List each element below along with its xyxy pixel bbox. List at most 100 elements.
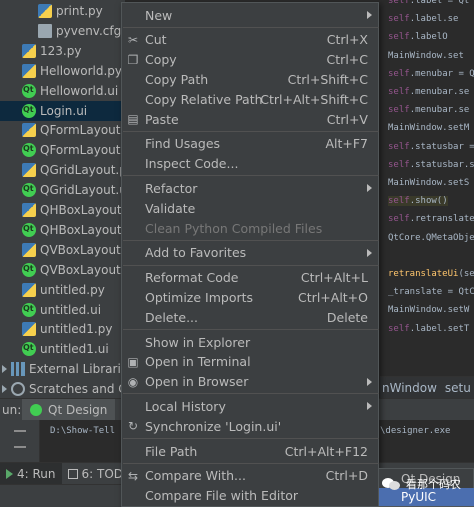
menu-item-label: Paste [145,111,179,127]
breadcrumb-item[interactable]: nWindow [382,381,437,395]
tree-item[interactable]: Scratches and Con [0,379,125,398]
cfg-file-icon [38,23,52,38]
watermark: 看那个码农 [382,476,461,492]
code-token: .labelO [409,32,448,43]
code-line: MainWindow.set [388,51,464,61]
code-token: MainWindow.set [388,50,464,61]
run-icon [6,468,13,479]
menu-item-open-in-browser[interactable]: ◉ Open in Browser [122,372,378,392]
tree-item[interactable]: untitled.ui [0,300,125,320]
menu-item-copy[interactable]: ❐ Copy Ctrl+C [122,50,378,70]
menu-item-show-in-explorer[interactable]: Show in Explorer [122,332,378,352]
breadcrumb-item[interactable]: setu [445,381,471,395]
code-token: self [388,141,410,152]
tree-item[interactable]: QFormLayout.py [0,120,125,140]
menu-item-find-usages[interactable]: Find Usages Alt+F7 [122,134,378,154]
menu-item-refactor[interactable]: Refactor [122,178,378,198]
menu-separator [123,26,379,28]
chevron-right-icon[interactable] [2,365,7,374]
menu-item-label: New [145,7,173,23]
menu-item-label: Find Usages [145,136,221,152]
toolbar-icon[interactable] [14,446,26,448]
tree-item-label: Helloworld.ui [40,83,119,98]
tree-item[interactable]: QGridLayout.ui [0,180,125,200]
tree-item[interactable]: QFormLayout.ui [0,140,125,160]
menu-item-label: Validate [145,200,196,216]
menu-item-compare-with[interactable]: ⇆ Compare With... Ctrl+D [122,466,378,486]
code-line: MainWindow.setS [388,178,469,188]
menu-item-open-in-terminal[interactable]: ▣ Open in Terminal [122,352,378,372]
code-line: retranslateUi(se [388,269,474,279]
tree-item-label: untitled1.py [40,322,113,337]
menu-item-clean-python-compiled-files: Clean Python Compiled Files [122,218,378,238]
code-line: self.menubar.se [388,105,469,115]
tree-item[interactable]: Helloworld.ui [0,81,125,101]
code-token: _translate = QtC [388,287,474,298]
qt-ui-file-icon [22,262,36,277]
submenu-arrow-icon [367,11,372,19]
submenu-arrow-icon [367,248,372,257]
code-line: _translate = QtC [388,287,474,297]
tree-item[interactable]: Helloworld.py [0,61,125,81]
python-file-icon [22,63,36,78]
python-file-icon [22,43,36,58]
tree-item[interactable]: untitled1.ui [0,339,125,359]
code-line: self.label = Qt [388,0,469,6]
menu-item-label: Copy Relative Path [145,91,263,107]
menu-item-label: Delete... [145,309,198,325]
tree-item[interactable]: untitled.py [0,280,125,300]
menu-item-label: Open in Terminal [145,354,251,370]
menu-item-copy-path[interactable]: Copy Path Ctrl+Shift+C [122,69,378,89]
tree-item[interactable]: QHBoxLayout.ui [0,220,125,240]
tree-item[interactable]: QGridLayout.py [0,160,125,180]
toolbar-icon[interactable] [14,430,26,432]
tree-item[interactable]: print.py [0,1,125,21]
scratches-icon [11,382,25,397]
menu-item-copy-relative-path[interactable]: Copy Relative Path Ctrl+Alt+Shift+C [122,89,378,109]
python-file-icon [22,282,36,297]
menu-separator [123,239,379,241]
tree-item[interactable]: Login.ui [0,100,125,121]
console-output: D:\Show-Tell [50,426,116,436]
tree-item[interactable]: 123.py [0,41,125,61]
run-tab-qt-design[interactable]: Qt Design [22,398,116,421]
menu-item-shortcut: Ctrl+X [326,32,368,48]
library-icon [11,362,25,377]
menu-item-optimize-imports[interactable]: Optimize Imports Ctrl+Alt+O [122,287,378,307]
tree-item-label: QHBoxLayout.ui [40,222,125,237]
code-editor[interactable]: self.label = Qt self.label.se self.labelO M… [380,0,474,376]
menu-item-synchronize-login-ui[interactable]: ↻ Synchronize 'Login.ui' [122,416,378,436]
menu-item-validate[interactable]: Validate [122,198,378,218]
code-line: self.retranslate [388,214,474,224]
tree-item[interactable]: pyvenv.cfg [0,21,125,41]
tree-item-label: External Libraries [29,362,125,377]
code-token: self [388,159,410,170]
code-token: .label.setT [409,323,470,334]
code-token: retranslateUi [388,269,459,279]
menu-item-new[interactable]: New [122,5,378,25]
sync-icon: ↻ [127,419,139,434]
code-line: MainWindow.setM [388,123,469,133]
menu-item-cut[interactable]: ✂ Cut Ctrl+X [122,30,378,50]
menu-item-local-history[interactable]: Local History [122,396,378,416]
menu-item-delete[interactable]: Delete... Delete [122,307,378,327]
tree-item[interactable]: QHBoxLayout.py [0,200,125,220]
tree-item[interactable]: untitled1.py [0,319,125,339]
menu-item-compare-file-with-editor[interactable]: Compare File with Editor [122,486,378,506]
tree-item[interactable]: External Libraries [0,359,125,379]
tree-item-label: QGridLayout.py [40,163,125,178]
tree-item[interactable]: QVBoxLayout.py [0,240,125,260]
tree-item[interactable]: QVBoxLayout.ui [0,260,125,280]
menu-separator [123,175,379,177]
tree-item-label: QHBoxLayout.py [40,203,125,217]
code-line: self.statusbar = [388,142,474,152]
code-token: .statusbar = [409,141,474,152]
tab-run[interactable]: 4: Run [0,462,62,485]
menu-item-paste[interactable]: ▤ Paste Ctrl+V [122,109,378,129]
chevron-right-icon[interactable] [2,385,7,394]
menu-item-label: Refactor [145,180,198,196]
menu-item-inspect-code[interactable]: Inspect Code... [122,154,378,174]
menu-item-add-to-favorites[interactable]: Add to Favorites [122,243,378,263]
menu-item-file-path[interactable]: File Path Ctrl+Alt+F12 [122,441,378,461]
menu-item-reformat-code[interactable]: Reformat Code Ctrl+Alt+L [122,268,378,288]
